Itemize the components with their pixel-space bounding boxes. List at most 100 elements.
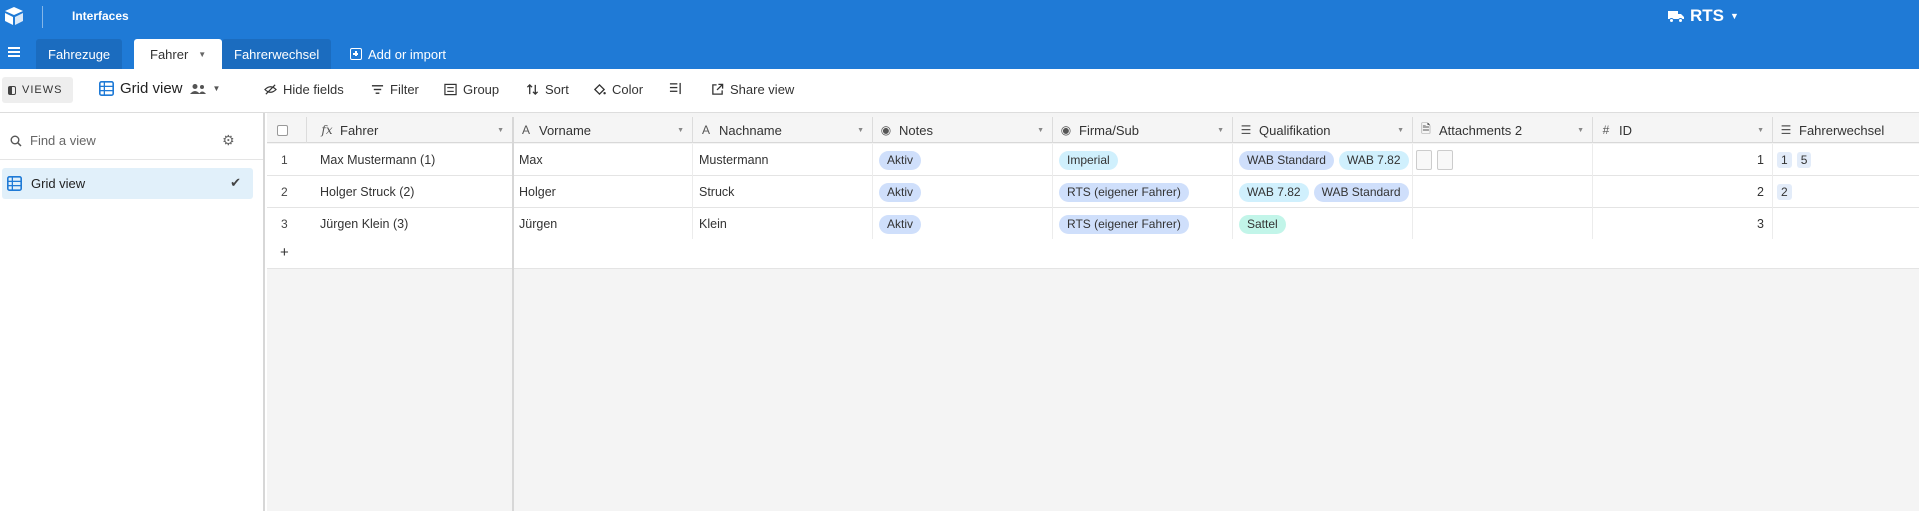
cell-id[interactable]: 1 [1593,144,1773,176]
cell-fahrer[interactable]: Jürgen Klein (3) [307,208,513,240]
hide-fields-button[interactable]: Hide fields [264,82,344,97]
cell-firma[interactable]: RTS (eigener Fahrer) [1053,176,1233,208]
cell-qualifikation[interactable]: WAB 7.82 WAB Standard [1233,176,1413,208]
column-header-vorname[interactable]: A Vorname ▼ [513,117,693,143]
cell-text: 2 [1757,185,1764,199]
view-switcher[interactable]: Grid view ▼ [99,80,220,97]
linked-record-chip[interactable]: 5 [1796,152,1812,168]
tab-fahrer[interactable]: Fahrer ▼ [134,39,223,69]
cell-attachments[interactable] [1413,176,1593,208]
find-view-search[interactable]: Find a view [10,133,240,148]
attachment-icon: 🗎 [1421,121,1431,136]
chevron-down-icon[interactable]: ▼ [1577,127,1584,134]
chevron-down-icon[interactable]: ▼ [677,127,684,134]
sort-button[interactable]: Sort [526,82,569,97]
view-toolbar: VIEWS Grid view ▼ Hide fields Filter Gro… [0,69,1919,113]
chevron-down-icon[interactable]: ▼ [1757,127,1764,134]
cell-nachname[interactable]: Klein [693,208,873,240]
airtable-logo-icon[interactable] [3,6,25,26]
filter-label: Filter [390,82,419,97]
cell-notes[interactable]: Aktiv [873,144,1053,176]
cell-fahrerwechsel[interactable] [1773,208,1919,240]
cell-id[interactable]: 2 [1593,176,1773,208]
cell-firma[interactable]: Imperial [1053,144,1233,176]
cell-vorname[interactable]: Holger [513,176,693,208]
cell-vorname[interactable]: Max [513,144,693,176]
cell-id[interactable]: 3 [1593,208,1773,240]
color-button[interactable]: Color [593,82,643,97]
menu-icon[interactable] [8,47,20,57]
column-header-nachname[interactable]: A Nachname ▼ [693,117,873,143]
cell-notes[interactable]: Aktiv [873,176,1053,208]
column-header-label: Fahrerwechsel [1799,122,1885,138]
cell-qualifikation[interactable]: WAB Standard WAB 7.82 [1233,144,1413,176]
column-header-attachments[interactable]: 🗎 Attachments 2 ▼ [1413,117,1593,143]
cell-nachname[interactable]: Mustermann [693,144,873,176]
column-header-notes[interactable]: ◉ Notes ▼ [873,117,1053,143]
cell-firma[interactable]: RTS (eigener Fahrer) [1053,208,1233,240]
cell-nachname[interactable]: Struck [693,176,873,208]
sidebar-toggle-icon [8,85,16,95]
select-all-cell[interactable] [267,117,307,143]
search-icon [10,135,22,147]
base-name-menu[interactable]: RTS ▼ [1668,6,1739,26]
cell-fahrer[interactable]: Holger Struck (2) [307,176,513,208]
group-icon [444,83,457,96]
chevron-down-icon[interactable]: ▼ [857,127,864,134]
chevron-down-icon[interactable]: ▼ [1217,127,1224,134]
add-or-import-button[interactable]: Add or import [350,39,446,69]
grid-view-icon [99,81,114,96]
company-badge: RTS (eigener Fahrer) [1059,214,1189,234]
cell-attachments[interactable] [1413,144,1593,176]
frozen-column-divider [512,117,514,511]
cell-vorname[interactable]: Jürgen [513,208,693,240]
tab-fahrezuge[interactable]: Fahrezuge [36,39,123,69]
cell-fahrer[interactable]: Max Mustermann (1) [307,144,513,176]
chevron-down-icon[interactable]: ▼ [1397,127,1404,134]
group-button[interactable]: Group [444,82,499,97]
column-header-firma-sub[interactable]: ◉ Firma/Sub ▼ [1053,117,1233,143]
attachment-thumbnail[interactable] [1437,150,1453,170]
chevron-down-icon[interactable]: ▼ [198,50,206,59]
share-view-button[interactable]: Share view [711,82,794,97]
add-record-button[interactable]: + [280,244,289,261]
cell-notes[interactable]: Aktiv [873,208,1053,240]
linked-record-chip[interactable]: 2 [1777,184,1792,200]
gear-icon[interactable]: ⚙ [222,132,235,149]
column-header-qualifikation[interactable]: ☰ Qualifikation ▼ [1233,117,1413,143]
column-header-id[interactable]: # ID ▼ [1593,117,1773,143]
text-field-icon: A [521,123,530,137]
tab-fahrerwechsel[interactable]: Fahrerwechsel [222,39,332,69]
table-row[interactable]: 1 Max Mustermann (1) Max Mustermann Akti… [267,144,1919,176]
single-select-icon: ◉ [880,123,892,137]
views-toggle-button[interactable]: VIEWS [2,77,73,103]
chevron-down-icon[interactable]: ▼ [1037,127,1044,134]
chevron-down-icon[interactable]: ▼ [497,127,504,134]
qualification-tag: WAB Standard [1239,150,1334,170]
cell-fahrerwechsel[interactable]: 2 [1773,176,1919,208]
find-view-placeholder: Find a view [30,133,96,148]
column-header-label: Notes [899,122,933,138]
row-number: 2 [281,185,288,199]
records-grid: fx Fahrer ▼ A Vorname ▼ A Nachname ▼ ◉ N… [267,113,1919,511]
table-row[interactable]: 3 Jürgen Klein (3) Jürgen Klein Aktiv RT… [267,208,1919,240]
linked-record-chip[interactable]: 1 [1777,152,1792,168]
sidebar-divider [0,159,263,160]
select-all-checkbox[interactable] [277,124,288,136]
cell-fahrerwechsel[interactable]: 1 5 [1773,144,1919,176]
cell-attachments[interactable] [1413,208,1593,240]
filter-icon [371,85,384,94]
status-badge: Aktiv [879,214,922,234]
cell-qualifikation[interactable]: Sattel [1233,208,1413,240]
row-height-button[interactable] [669,82,682,95]
sidebar-item-grid-view[interactable]: Grid view ✔ [2,168,253,199]
add-record-row[interactable]: + [267,239,1919,269]
filter-button[interactable]: Filter [371,82,419,97]
table-row[interactable]: 2 Holger Struck (2) Holger Struck Aktiv … [267,176,1919,208]
interfaces-link[interactable]: Interfaces [72,9,129,23]
column-header-fahrer[interactable]: fx Fahrer ▼ [307,117,513,143]
column-header-fahrerwechsel[interactable]: ☰ Fahrerwechsel [1773,117,1919,143]
view-name: Grid view [120,80,183,97]
attachment-thumbnail[interactable] [1416,150,1432,170]
sort-icon [526,83,539,96]
